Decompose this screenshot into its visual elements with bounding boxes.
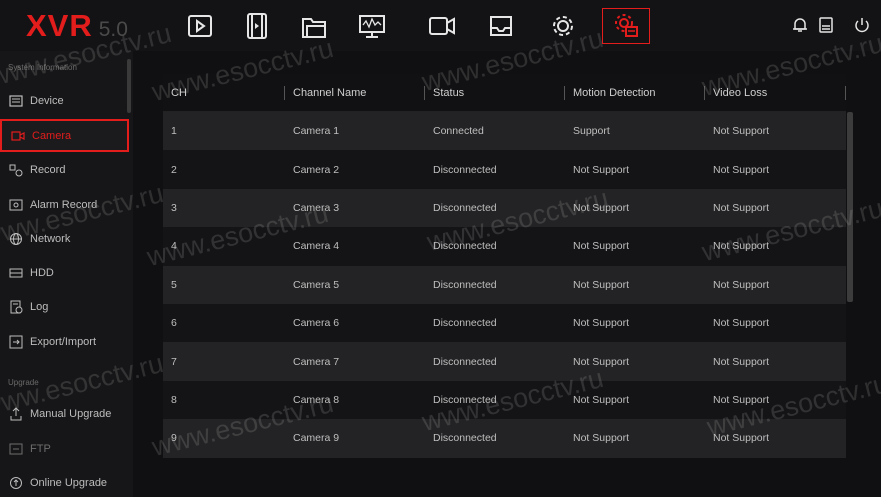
cell-video-loss: Not Support: [713, 317, 770, 330]
cell-video-loss: Not Support: [713, 125, 770, 138]
cell-channel-name: Camera 4: [293, 240, 340, 253]
online-upgrade-icon: [9, 476, 23, 490]
sidebar-item-camera[interactable]: Camera: [0, 119, 129, 152]
ftp-icon: [9, 442, 23, 456]
camera-icon[interactable]: [418, 8, 466, 44]
cell-ch: 2: [171, 163, 177, 176]
cell-status: Disconnected: [433, 432, 497, 445]
cell-motion-detection: Support: [573, 125, 610, 138]
record-icon: [9, 163, 23, 177]
system-settings-icon[interactable]: [602, 8, 650, 44]
device-icon[interactable]: [815, 14, 837, 36]
monitor-icon[interactable]: [348, 8, 396, 44]
cell-channel-name: Camera 7: [293, 355, 340, 368]
table-row[interactable]: 7 Camera 7 Disconnected Not Support Not Supp…: [163, 342, 846, 381]
playback-icon[interactable]: [176, 8, 224, 44]
device-info-icon: [9, 94, 23, 108]
camera-small-icon: [11, 129, 25, 143]
cell-motion-detection: Not Support: [573, 432, 630, 445]
bell-icon[interactable]: [789, 14, 811, 36]
video-clip-icon[interactable]: [233, 8, 281, 44]
cell-motion-detection: Not Support: [573, 240, 630, 253]
sidebar-item-label: Log: [30, 300, 49, 313]
sidebar-item-label: Manual Upgrade: [30, 407, 112, 420]
cell-status: Disconnected: [433, 278, 497, 291]
sidebar-item-label: Camera: [32, 129, 72, 142]
cell-status: Connected: [433, 125, 484, 138]
cell-ch: 6: [171, 317, 177, 330]
sidebar-item-ftp[interactable]: FTP: [0, 432, 129, 465]
alarm-record-icon: [9, 198, 23, 212]
table-row[interactable]: 1 Camera 1 Connected Support Not Support: [163, 112, 846, 151]
cell-ch: 1: [171, 125, 177, 138]
cell-motion-detection: Not Support: [573, 278, 630, 291]
cell-channel-name: Camera 5: [293, 278, 340, 291]
table-row[interactable]: 5 Camera 5 Disconnected Not Support Not Supp…: [163, 265, 846, 304]
sidebar-item-log[interactable]: Log: [0, 290, 129, 323]
cell-channel-name: Camera 2: [293, 163, 340, 176]
sidebar-item-label: FTP: [30, 442, 51, 455]
sidebar-item-online-upgrade[interactable]: Online Upgrade: [0, 466, 129, 497]
sidebar-item-label: Record: [30, 163, 66, 176]
cell-channel-name: Camera 6: [293, 317, 340, 330]
cell-ch: 7: [171, 355, 177, 368]
storage-tray-icon[interactable]: [477, 8, 525, 44]
cell-video-loss: Not Support: [713, 163, 770, 176]
sidebar-item-hdd[interactable]: HDD: [0, 256, 129, 289]
log-icon: [9, 300, 23, 314]
hdd-icon: [9, 266, 23, 280]
sidebar-item-label: Online Upgrade: [30, 476, 108, 489]
sidebar: System Information Device Camera Record …: [0, 51, 133, 497]
sidebar-item-export-import[interactable]: Export/Import: [0, 325, 129, 358]
column-header-motion-detection[interactable]: Motion Detection: [565, 85, 705, 100]
sidebar-item-device[interactable]: Device: [0, 84, 129, 117]
cell-status: Disconnected: [433, 355, 497, 368]
sidebar-item-record[interactable]: Record: [0, 153, 129, 186]
table-row[interactable]: 6 Camera 6 Disconnected Not Support Not Supp…: [163, 303, 846, 343]
cell-ch: 5: [171, 278, 177, 291]
cell-status: Disconnected: [433, 163, 497, 176]
cell-status: Disconnected: [433, 317, 497, 330]
sidebar-item-label: Export/Import: [30, 335, 97, 348]
cell-motion-detection: Not Support: [573, 163, 630, 176]
table-row[interactable]: 2 Camera 2 Disconnected Not Support Not Supp…: [163, 150, 846, 189]
cell-motion-detection: Not Support: [573, 317, 630, 330]
column-header-channel-name[interactable]: Channel Name: [285, 85, 425, 100]
cell-channel-name: Camera 1: [293, 125, 340, 138]
export-import-icon: [9, 335, 23, 349]
cell-video-loss: Not Support: [713, 355, 770, 368]
cell-channel-name: Camera 9: [293, 432, 340, 445]
sidebar-item-label: Device: [30, 94, 64, 107]
sidebar-item-label: HDD: [30, 266, 54, 279]
cell-video-loss: Not Support: [713, 278, 770, 291]
